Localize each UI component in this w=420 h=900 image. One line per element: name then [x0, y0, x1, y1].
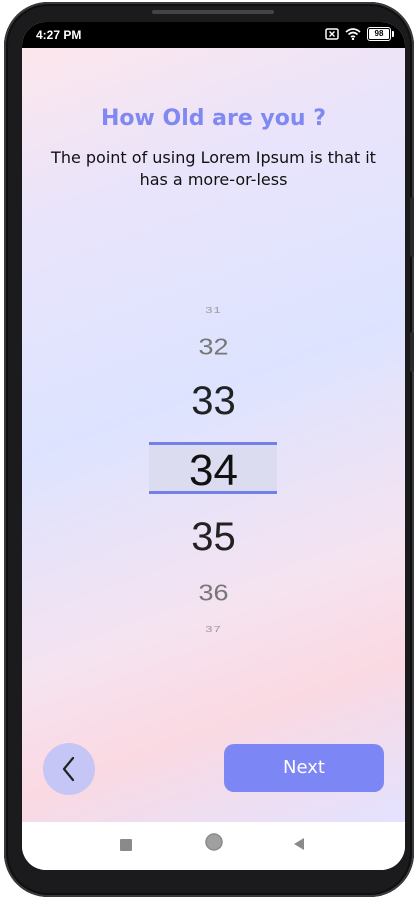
screen: 4:27 PM 98 How Old are you ? The point o… [22, 22, 405, 870]
back-button[interactable] [43, 743, 95, 795]
battery-level: 98 [374, 29, 384, 38]
power-button [410, 332, 414, 372]
age-screen: How Old are you ? The point of using Lor… [22, 48, 405, 822]
age-option[interactable]: 37 [22, 625, 405, 634]
volume-button [410, 197, 414, 257]
status-time: 4:27 PM [36, 28, 82, 42]
age-option[interactable]: 36 [22, 580, 405, 606]
status-icons: 98 [325, 27, 394, 41]
page-title: How Old are you ? [101, 106, 326, 131]
back-triangle-icon[interactable] [292, 836, 306, 855]
age-option[interactable]: 33 [22, 379, 405, 424]
earpiece-speaker [152, 10, 274, 14]
next-button[interactable]: Next [224, 744, 384, 792]
status-bar: 4:27 PM 98 [22, 22, 405, 48]
phone-frame: 4:27 PM 98 How Old are you ? The point o… [4, 2, 414, 897]
chevron-left-icon [62, 756, 75, 782]
age-option[interactable]: 32 [22, 334, 405, 360]
age-option[interactable]: 35 [22, 515, 405, 560]
age-picker[interactable]: 31 32 33 34 35 36 37 [22, 294, 405, 674]
wifi-icon [345, 28, 361, 40]
page-subtitle: The point of using Lorem Ipsum is that i… [51, 148, 376, 189]
home-icon[interactable] [204, 832, 224, 856]
sim-x-icon [325, 28, 339, 40]
battery-icon: 98 [367, 27, 394, 41]
battery-tip [392, 31, 394, 37]
system-nav-bar [22, 822, 405, 870]
age-option[interactable]: 31 [22, 306, 405, 315]
recent-apps-icon[interactable] [120, 836, 132, 855]
age-option-selected[interactable]: 34 [22, 446, 405, 496]
